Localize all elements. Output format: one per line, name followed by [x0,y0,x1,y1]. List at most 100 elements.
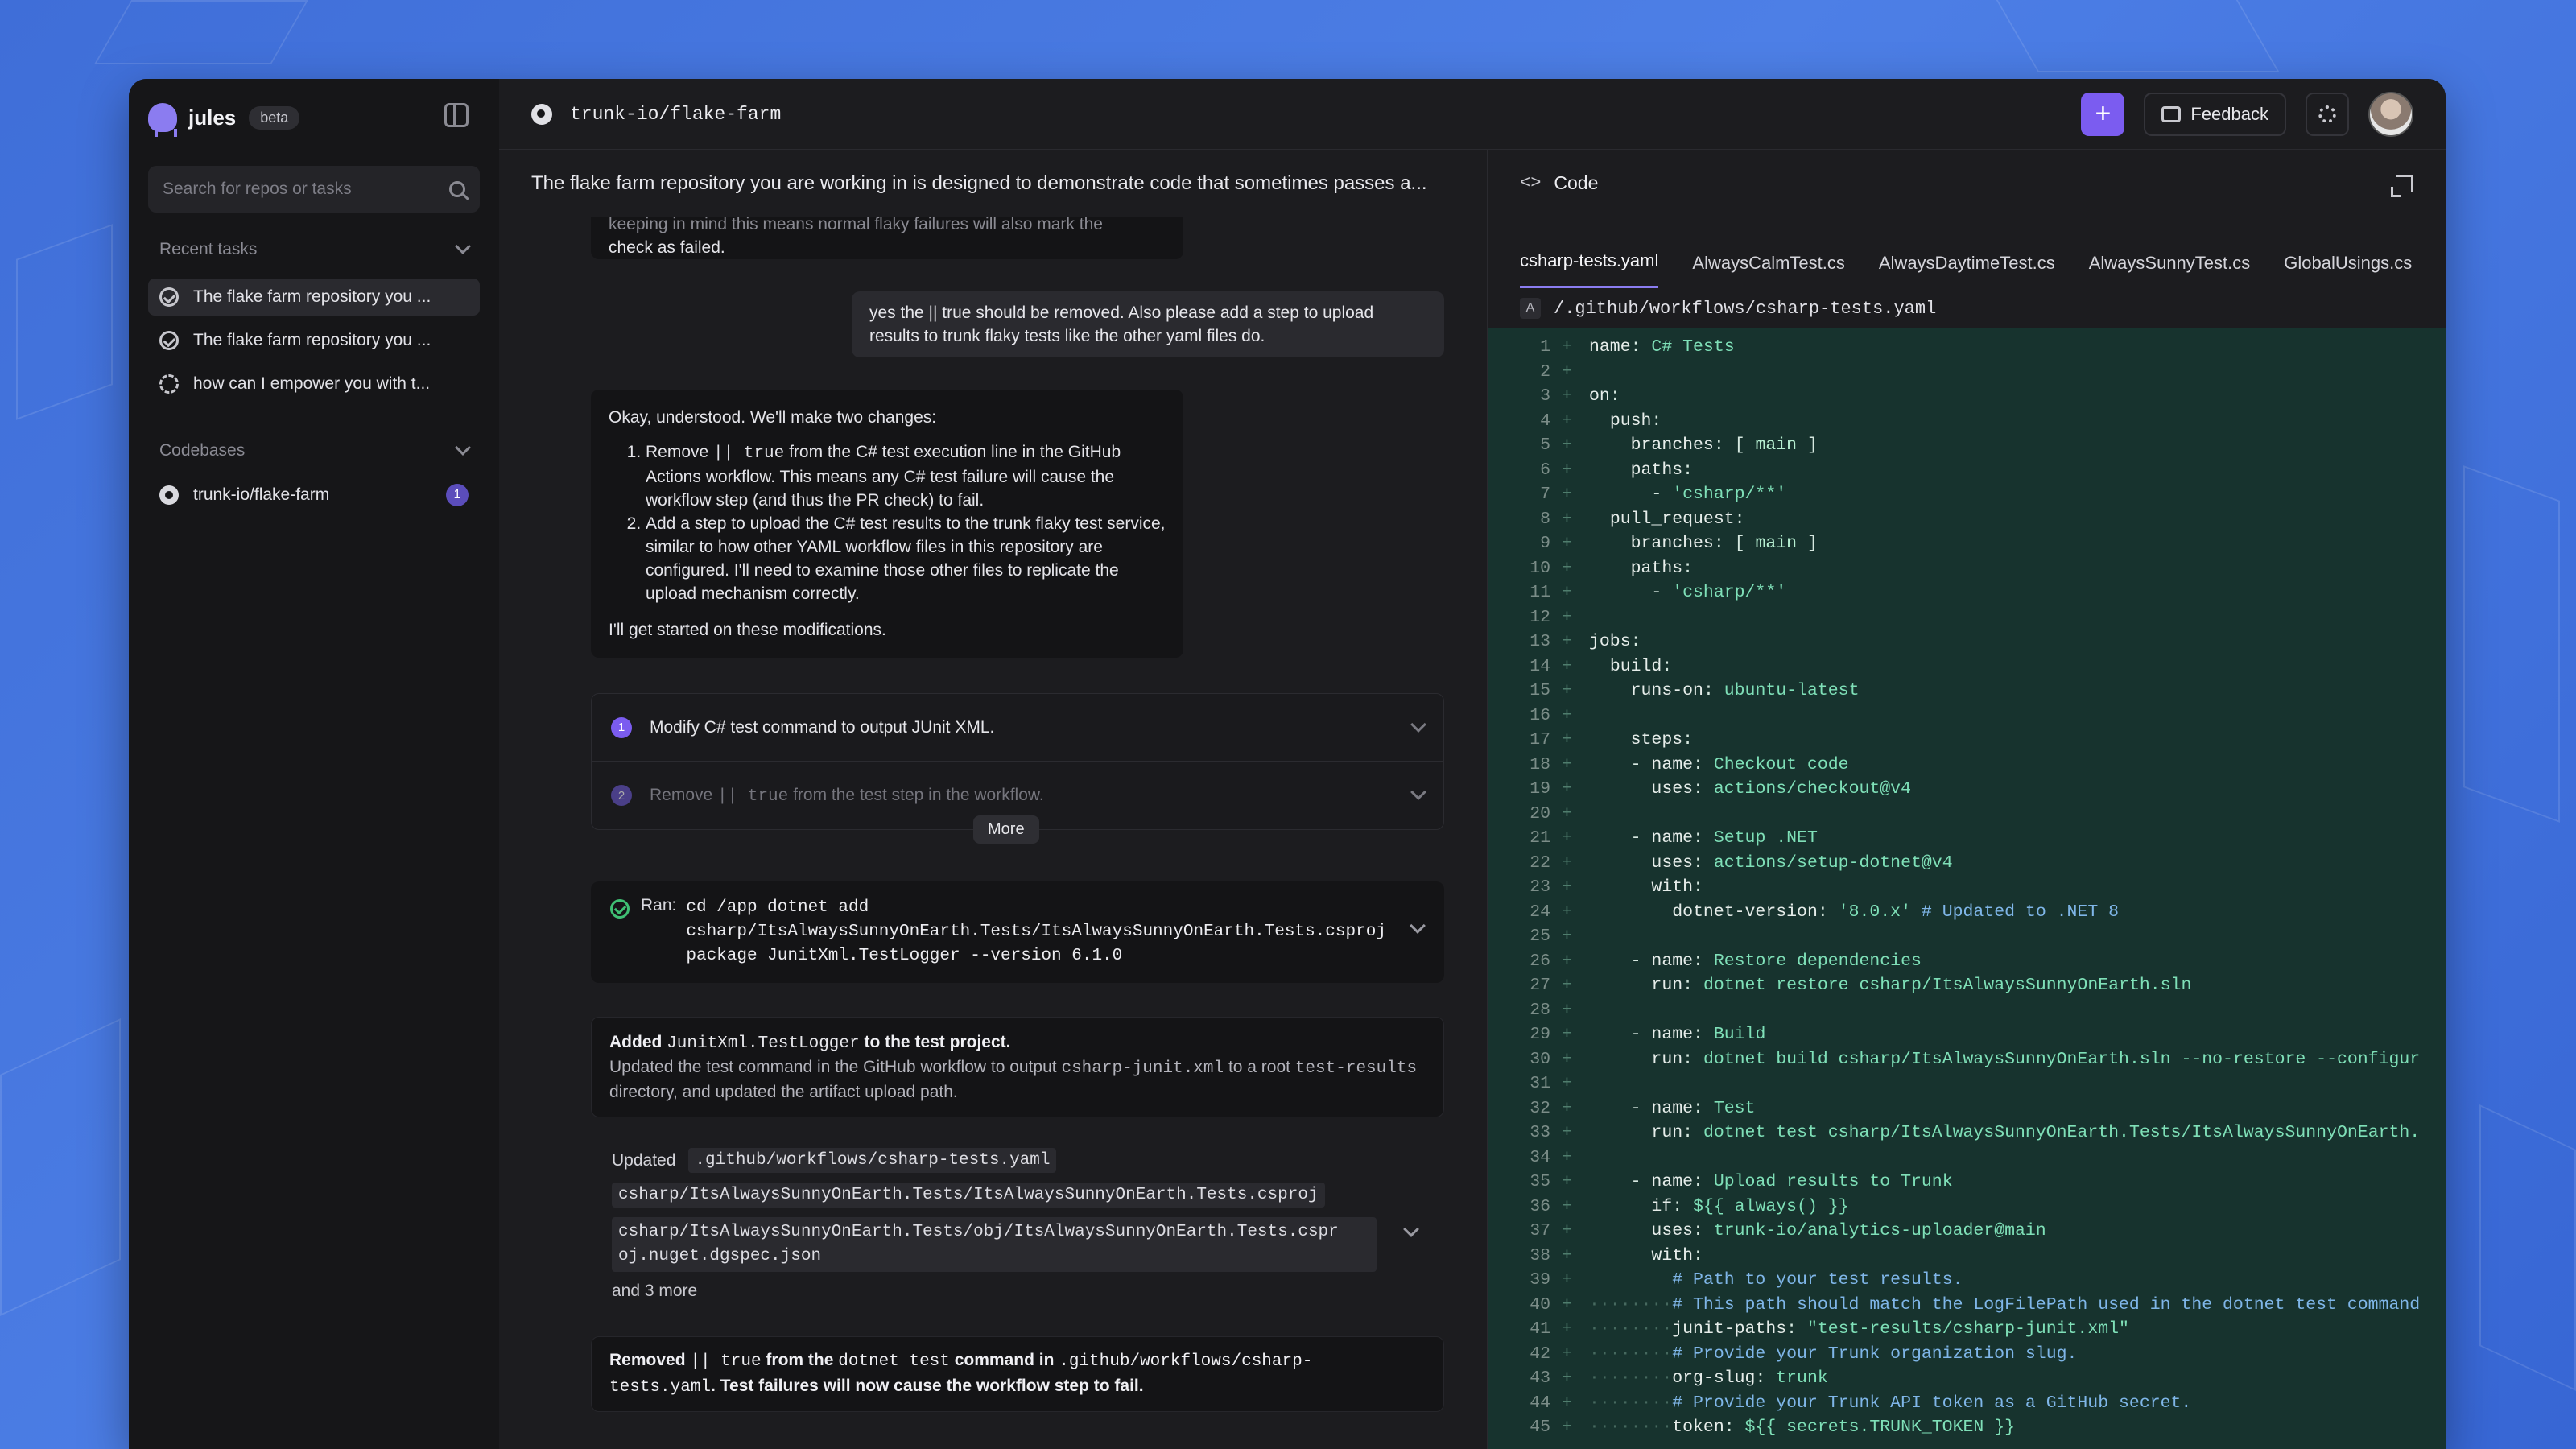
chevron-down-icon[interactable] [1410,716,1426,733]
chevron-down-icon[interactable] [455,238,471,254]
line-number: 38 [1530,1245,1550,1265]
search-input[interactable]: Search for repos or tasks [148,166,480,213]
task-item[interactable]: how can I empower you with t... [148,365,480,402]
updated-label: Updated [612,1150,676,1170]
tab-csharp-tests-yaml[interactable]: csharp-tests.yaml [1520,250,1659,288]
chevron-down-icon[interactable] [1410,784,1426,800]
code-text: run: dotnet build csharp/ItsAlwaysSunnyO… [1651,1049,2421,1069]
code-line: 5 + branches: [ main ] [1488,433,2446,458]
brand: jules beta [148,100,480,137]
code-view[interactable]: 1 + name: C# Tests 2 +3 + on: 4 + push: 5 + branch… [1488,328,2446,1449]
code-line: 3 + on: [1488,384,2446,409]
summary-title: Added JunitXml.TestLogger to the test pr… [609,1033,1011,1053]
code-line: 24 + dotnet-version: '8.0.x' # Updated to… [1488,900,2446,925]
command-text: cd /app dotnet add csharp/ItsAlwaysSunny… [686,898,1386,965]
summary-card: Added JunitXml.TestLogger to the test pr… [591,1017,1444,1117]
jules-logo-icon [148,103,177,137]
summary-desc: Updated the test command in the GitHub w… [609,1058,1418,1101]
sidebar-toggle-icon[interactable] [444,103,469,127]
diff-added-marker: + [1562,803,1572,824]
message-icon [2161,105,2182,122]
diff-added-marker: + [1562,509,1572,529]
task-item[interactable]: The flake farm repository you ... [148,322,480,359]
check-circle-icon [610,899,630,919]
chevron-down-icon[interactable] [1410,918,1426,934]
tab-always-calm-test[interactable]: AlwaysCalmTest.cs [1692,253,1844,288]
settings-button[interactable] [2306,92,2349,136]
diff-added-marker: + [1562,361,1572,382]
line-number: 2 [1540,361,1550,382]
diff-added-marker: + [1562,1123,1572,1143]
code-text: - name: Setup .NET [1589,828,1818,848]
task-item[interactable]: The flake farm repository you ... [148,279,480,316]
line-number: 17 [1530,730,1550,750]
diff-added-marker: + [1562,730,1572,750]
repo-name[interactable]: trunk-io/flake-farm [570,104,781,125]
code-text: ········# This path should match the Log… [1589,1294,2421,1315]
line-number: 9 [1540,534,1550,554]
code-line: 25 + [1488,924,2446,949]
code-line: 44 + ········# Provide your Trunk API toke… [1488,1391,2446,1416]
line-number: 36 [1530,1196,1550,1216]
summary-card: Removed || true from the dotnet test com… [591,1336,1444,1412]
code-text: if: ${{ always() }} [1651,1196,1849,1216]
code-line: 42 + ········# Provide your Trunk organiza… [1488,1342,2446,1367]
and-more-link[interactable]: and 3 more [612,1282,1423,1301]
code-text: ········org-slug: trunk [1589,1368,1828,1389]
code-text: - 'csharp/**' [1589,485,1787,505]
expand-icon[interactable] [2391,174,2413,197]
diff-added-marker: + [1562,583,1572,603]
tab-always-daytime-test[interactable]: AlwaysDaytimeTest.cs [1879,253,2055,288]
code-text: ········# Provide your Trunk organizatio… [1589,1344,2078,1364]
code-line: 32 + - name: Test [1488,1096,2446,1121]
line-number: 6 [1540,460,1550,480]
avatar[interactable] [2368,91,2413,137]
code-line: 16 + [1488,704,2446,729]
code-line: 36 + if: ${{ always() }} [1488,1195,2446,1220]
list-item: Add a step to upload the C# test results… [646,512,1166,605]
code-text: on: [1589,386,1620,407]
file-pill[interactable]: csharp/ItsAlwaysSunnyOnEarth.Tests/obj/I… [612,1217,1377,1272]
code-text: # Path to your test results. [1672,1270,1963,1290]
step-number: 1 [611,716,632,738]
diff-added-marker: + [1562,877,1572,898]
file-pill[interactable]: csharp/ItsAlwaysSunnyOnEarth.Tests/ItsAl… [612,1183,1325,1208]
code-panel: <> Code csharp-tests.yaml AlwaysCalmTest… [1488,150,2446,1449]
code-line: 7 + - 'csharp/**' [1488,482,2446,507]
codebase-item[interactable]: trunk-io/flake-farm 1 [148,477,480,514]
code-line: 26 + - name: Restore dependencies [1488,949,2446,974]
line-number: 26 [1530,951,1550,971]
code-text: paths: [1630,558,1694,578]
line-number: 16 [1530,705,1550,725]
task-title: The flake farm repository you are workin… [499,150,1487,217]
added-badge: A [1520,298,1541,319]
diff-added-marker: + [1562,1221,1572,1241]
tab-global-usings[interactable]: GlobalUsings.cs [2284,253,2412,288]
code-text: - name: Checkout code [1589,754,1849,774]
feedback-button[interactable]: Feedback [2144,92,2286,136]
file-pill[interactable]: .github/workflows/csharp-tests.yaml [688,1148,1057,1173]
code-line: 17 + steps: [1488,728,2446,753]
tab-always-sunny-test[interactable]: AlwaysSunnyTest.cs [2089,253,2251,288]
diff-added-marker: + [1562,1049,1572,1069]
code-line: 43 + ········org-slug: trunk [1488,1366,2446,1391]
search-icon[interactable] [449,181,465,197]
code-text: - name: Test [1589,1098,1756,1118]
plan-card: 1 Modify C# test command to output JUnit… [591,693,1444,844]
recent-tasks-header[interactable]: Recent tasks [148,238,480,259]
code-line: 23 + with: [1488,875,2446,900]
chat-panel: The flake farm repository you are workin… [499,150,1488,1449]
diff-added-marker: + [1562,705,1572,725]
code-line: 35 + - name: Upload results to Trunk [1488,1170,2446,1195]
more-button[interactable]: More [973,815,1039,844]
line-number: 27 [1530,976,1550,996]
chevron-down-icon[interactable] [455,440,471,456]
codebases-header[interactable]: Codebases [148,440,480,460]
diff-added-marker: + [1562,1098,1572,1118]
plan-step[interactable]: 1 Modify C# test command to output JUnit… [592,694,1443,762]
diff-added-marker: + [1562,1074,1572,1094]
line-number: 42 [1530,1344,1550,1364]
new-task-button[interactable]: + [2081,92,2125,136]
line-number: 23 [1530,877,1550,898]
line-number: 11 [1530,583,1550,603]
